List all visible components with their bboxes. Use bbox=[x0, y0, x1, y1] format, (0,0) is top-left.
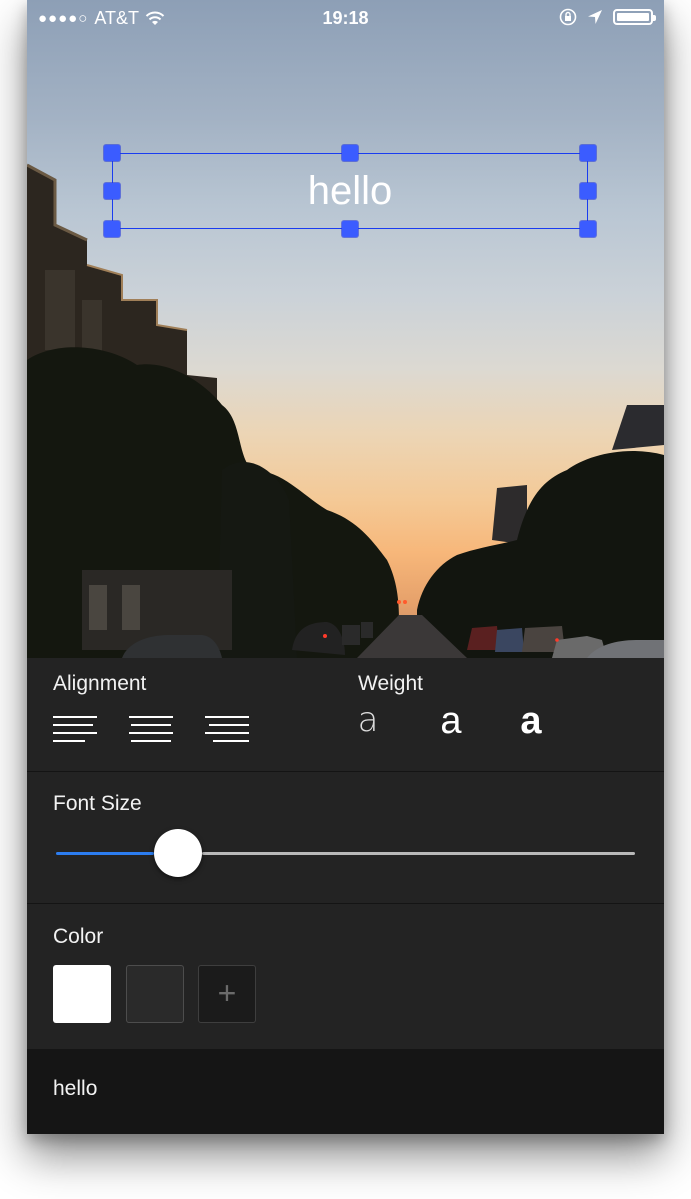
resize-handle-top-right[interactable] bbox=[580, 145, 596, 161]
resize-handle-bottom-right[interactable] bbox=[580, 221, 596, 237]
resize-handle-left[interactable] bbox=[104, 183, 120, 199]
resize-handle-bottom-left[interactable] bbox=[104, 221, 120, 237]
status-bar: ●●●●○ AT&T 19:18 bbox=[27, 0, 664, 36]
color-section bbox=[27, 904, 664, 1049]
orientation-lock-icon bbox=[559, 8, 577, 26]
font-size-slider-track[interactable] bbox=[201, 852, 635, 855]
resize-handle-bottom[interactable] bbox=[342, 221, 358, 237]
add-color-button[interactable]: + bbox=[198, 965, 256, 1023]
color-label: Color bbox=[53, 925, 104, 948]
street-scene-image bbox=[27, 163, 664, 658]
status-right bbox=[559, 8, 656, 26]
font-size-slider-thumb[interactable] bbox=[153, 829, 202, 877]
align-right-button[interactable] bbox=[205, 715, 249, 745]
alignment-label: Alignment bbox=[53, 672, 147, 695]
align-left-button[interactable] bbox=[53, 715, 97, 745]
resize-handle-top[interactable] bbox=[342, 145, 358, 161]
photo-canvas[interactable]: ●●●●○ AT&T 19:18 hello bbox=[27, 0, 664, 658]
location-arrow-icon bbox=[588, 10, 602, 24]
color-swatch-dark[interactable] bbox=[126, 965, 184, 1023]
text-input-section[interactable] bbox=[27, 1049, 664, 1134]
weight-label: Weight bbox=[358, 672, 423, 695]
resize-handle-top-left[interactable] bbox=[104, 145, 120, 161]
canvas-text[interactable]: hello bbox=[113, 154, 587, 228]
align-center-button[interactable] bbox=[129, 715, 173, 745]
weight-bold-button[interactable]: a bbox=[511, 700, 551, 750]
battery-icon bbox=[613, 9, 656, 25]
weight-regular-button[interactable]: a bbox=[431, 700, 471, 750]
app-screen: ●●●●○ AT&T 19:18 hello Alignment Weight … bbox=[27, 0, 664, 1134]
resize-handle-right[interactable] bbox=[580, 183, 596, 199]
text-input-field[interactable]: hello bbox=[53, 1077, 97, 1101]
font-size-slider-fill[interactable] bbox=[56, 852, 154, 855]
text-selection-box[interactable]: hello bbox=[112, 153, 588, 229]
color-swatch-white[interactable] bbox=[53, 965, 111, 1023]
font-size-label: Font Size bbox=[53, 792, 142, 815]
weight-light-button[interactable]: a bbox=[348, 700, 388, 750]
